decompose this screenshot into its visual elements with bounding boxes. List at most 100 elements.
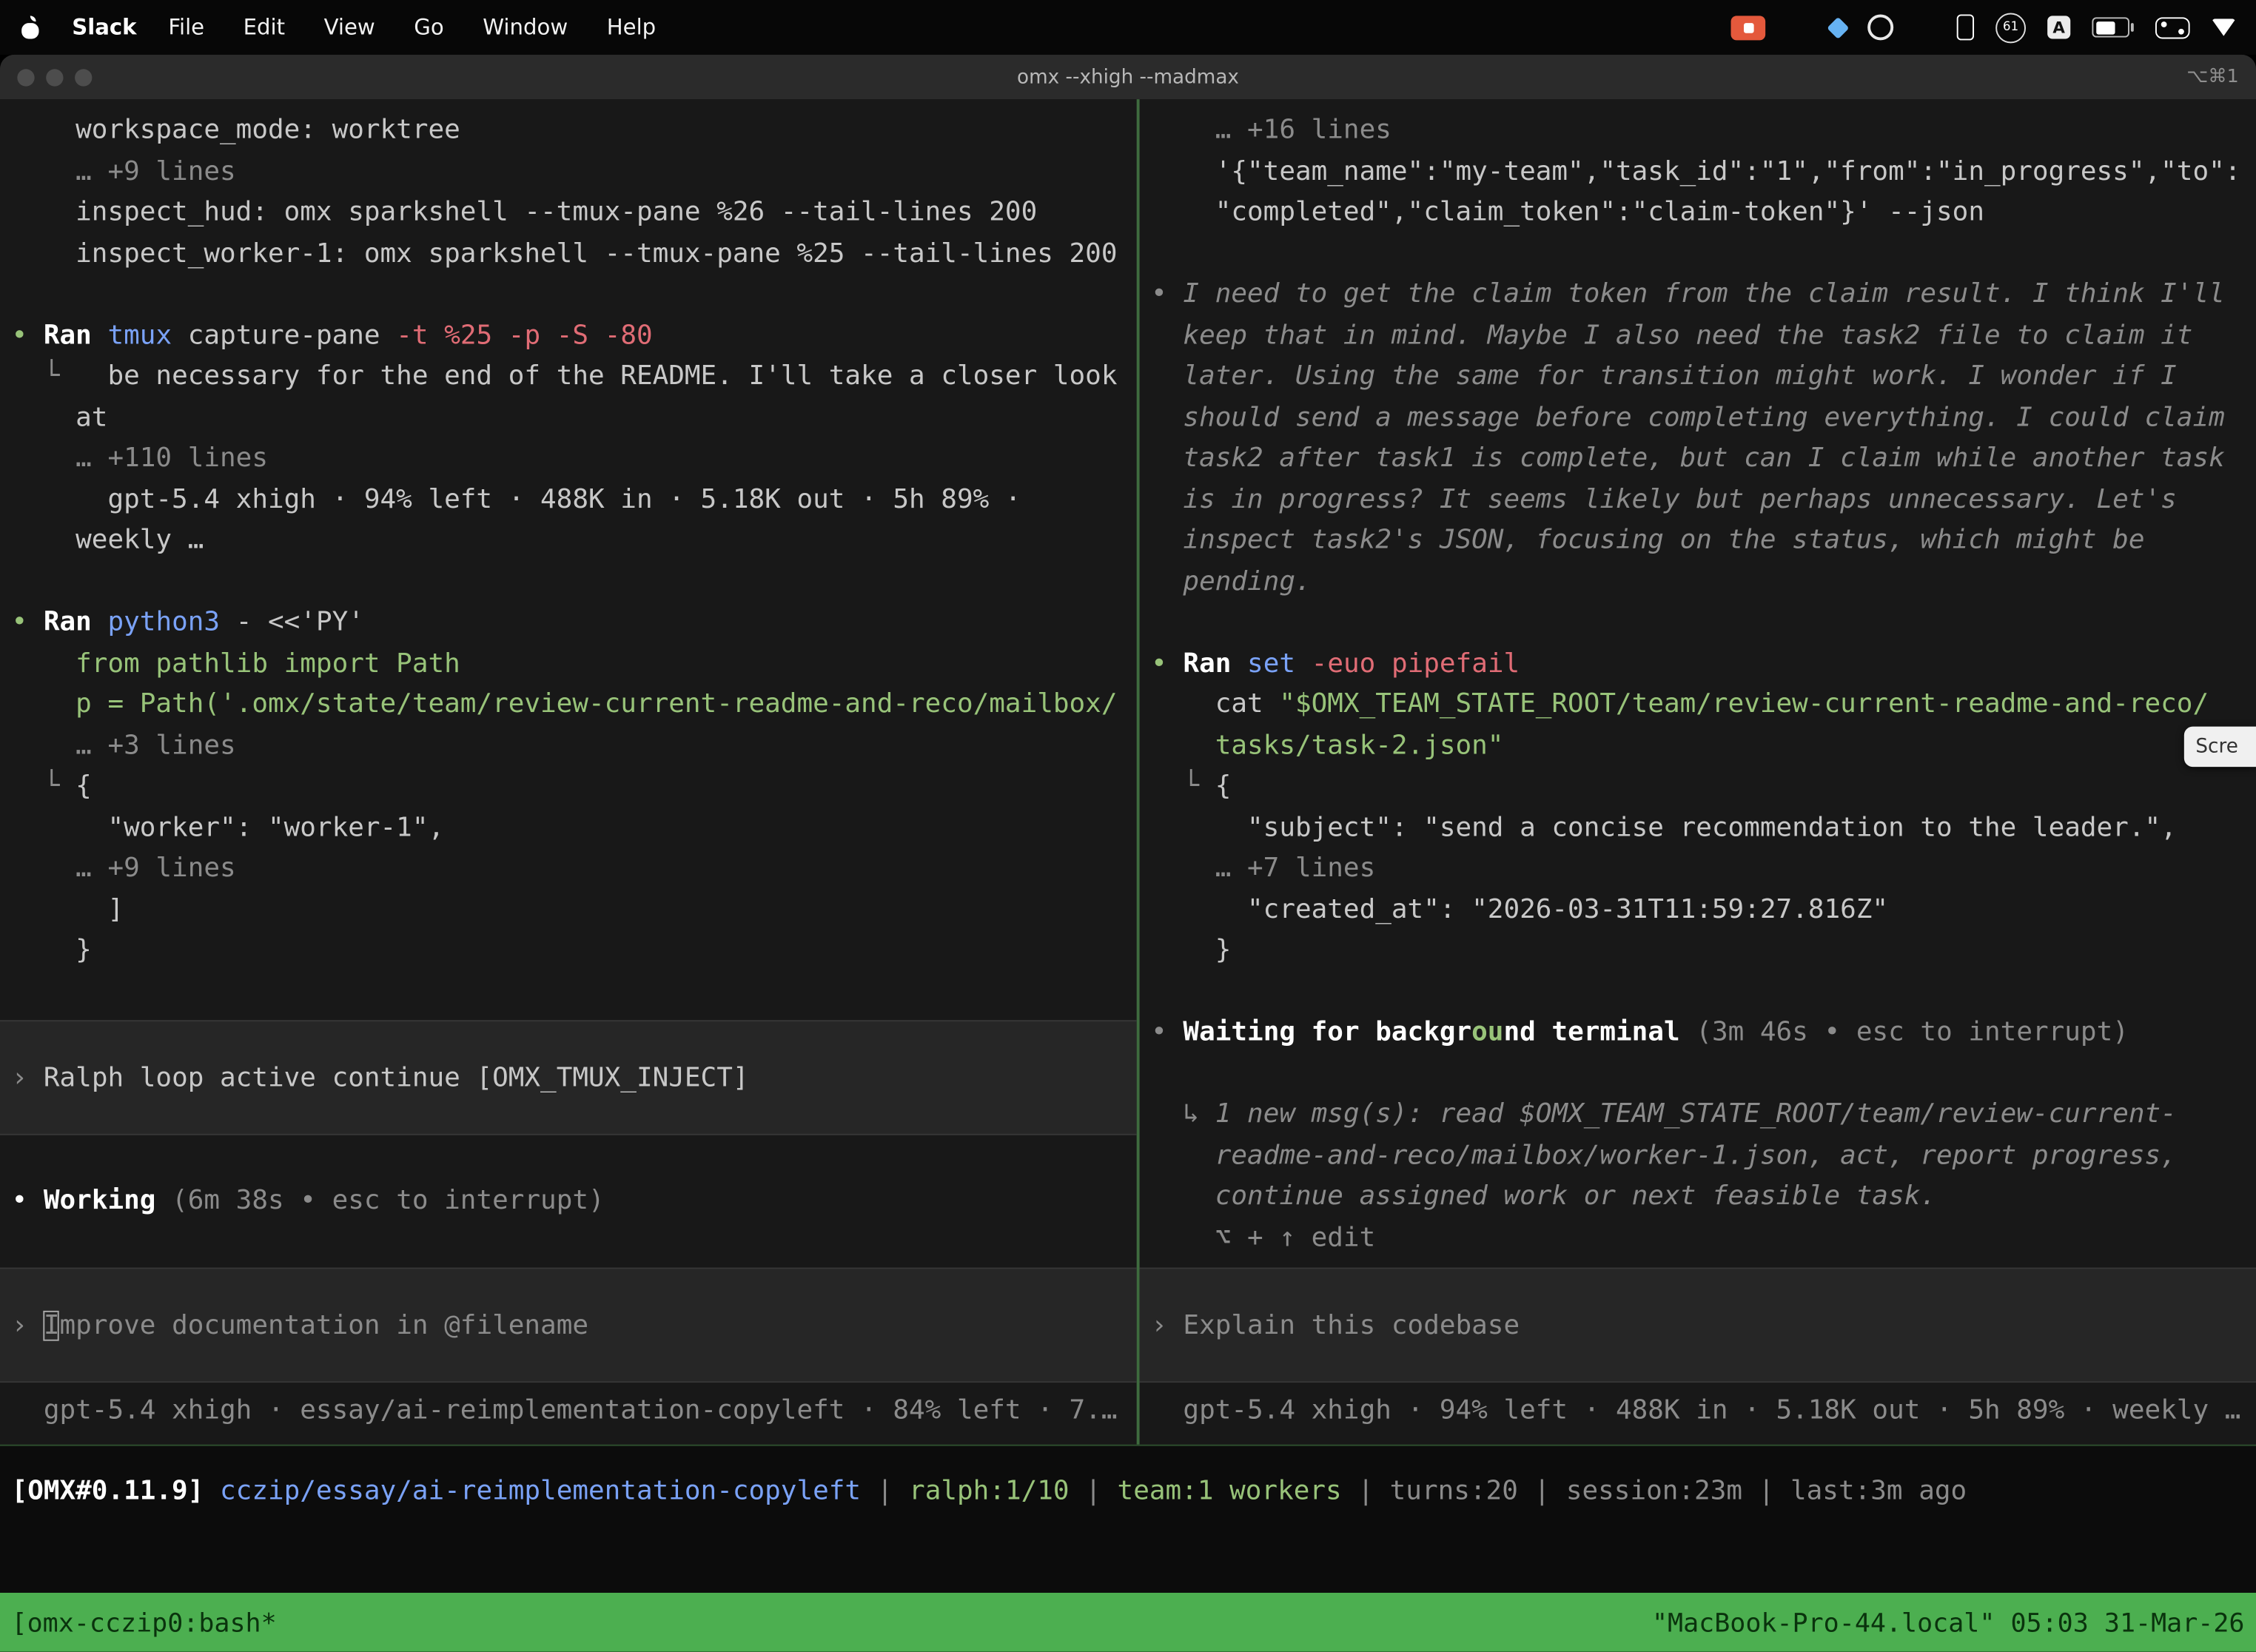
tmux-host-clock: "MacBook-Pro-44.local" 05:03 31-Mar-26 [1652, 1608, 2245, 1638]
maximize-button[interactable] [75, 68, 92, 85]
screen-sharing-overlay[interactable]: Scre [2184, 727, 2256, 767]
text-segment: capture-pane [188, 320, 396, 351]
menu-item-help[interactable]: Help [607, 14, 656, 40]
terminal-line: … +7 lines [1151, 849, 2256, 890]
menu-app-name[interactable]: Slack [72, 14, 136, 40]
text-segment: I need to get the claim token from the c… [1183, 279, 2224, 309]
menu-item-file[interactable]: File [168, 14, 204, 40]
text-segment: Ralph loop active continue [OMX_TMUX_INJ… [44, 1063, 749, 1093]
left-pane[interactable]: workspace_mode: worktree … +9 lines insp… [0, 99, 1137, 1445]
terminal-line: … +110 lines [12, 439, 1137, 480]
raycast-icon[interactable] [1827, 16, 1849, 38]
window-title: omx --xhigh --madmax [1017, 65, 1239, 88]
screen: Slack File Edit View Go Window Help 61 A omx … [0, 0, 2256, 1652]
text-segment: be necessary for the end of the README. … [107, 361, 1117, 392]
text-segment: › [12, 1310, 44, 1340]
menu-item-go[interactable]: Go [414, 14, 443, 40]
terminal-line: • Ran set -euo pipefail [1151, 644, 2256, 685]
terminal-line: later. Using the same for transition mig… [1151, 357, 2256, 397]
terminal-line [1151, 1054, 2256, 1095]
iphone-mirroring-icon[interactable] [1957, 14, 1974, 40]
terminal-line: } [1151, 931, 2256, 972]
menu-item-window[interactable]: Window [483, 14, 568, 40]
text-segment: • [1151, 1017, 1183, 1047]
text-segment: cat [1151, 689, 1279, 719]
traffic-lights [17, 55, 92, 99]
text-segment: … +7 lines [1151, 853, 1375, 884]
terminal-line: cat "$OMX_TEAM_STATE_ROOT/team/review-cu… [1151, 685, 2256, 725]
text-segment: › [12, 1063, 44, 1093]
ralph-loop-band: › Ralph loop active continue [OMX_TMUX_I… [0, 1020, 1137, 1135]
terminal-window: omx --xhigh --madmax ⌥⌘1 workspace_mode:… [0, 55, 2256, 1652]
text-segment: … +9 lines [12, 156, 236, 187]
right-input-box[interactable]: › Explain this codebase [1140, 1268, 2256, 1383]
text-segment: (3m 46s • esc to interrupt) [1680, 1017, 2129, 1047]
right-pane[interactable]: … +16 lines '{"team_name":"my-team","tas… [1140, 99, 2256, 1445]
tmux-session-window[interactable]: [omx-cczip0:bash* [12, 1608, 277, 1638]
input-source-icon[interactable]: A [2047, 16, 2070, 38]
battery-icon[interactable] [2092, 17, 2129, 37]
text-segment: └ [1151, 771, 1215, 802]
text-segment: | [861, 1476, 909, 1506]
terminal-line: "subject": "send a concise recommendatio… [1151, 807, 2256, 848]
text-segment: is in progress? It seems likely but perh… [1151, 484, 2177, 514]
text-segment: inspect task2's JSON, focusing on the st… [1151, 526, 2144, 556]
dots-grid-icon[interactable] [1915, 17, 1935, 37]
text-segment: › [1151, 1310, 1183, 1340]
terminal-line: "worker": "worker-1", [12, 807, 1137, 848]
circle-app-icon[interactable] [1867, 14, 1893, 40]
right-pane-lines: … +16 lines '{"team_name":"my-team","tas… [1140, 99, 2256, 1259]
right-pane-status: gpt-5.4 xhigh · 94% left · 488K in · 5.1… [1151, 1391, 2240, 1432]
apple-menu-icon[interactable] [20, 15, 40, 39]
text-segment: from pathlib import Path [12, 648, 460, 679]
text-segment: should send a message before completing … [1151, 402, 2225, 432]
text-segment: continue assigned work or next feasible … [1151, 1181, 1936, 1212]
text-segment: p = Path('.omx/state/team/review-current… [12, 689, 1118, 719]
terminal-line: inspect_hud: omx sparkshell --tmux-pane … [12, 192, 1137, 233]
terminal-line: readme-and-reco/mailbox/worker-1.json, a… [1151, 1136, 2256, 1177]
battery-percent-icon[interactable]: 61 [1995, 13, 2026, 43]
terminal-line: at [12, 397, 1137, 438]
terminal-line: • Ran python3 - <<'PY' [12, 602, 1137, 643]
left-input-line[interactable]: › Improve documentation in @filename [12, 1310, 588, 1340]
terminal-line: └ { [12, 767, 1137, 807]
menu-item-view[interactable]: View [324, 14, 375, 40]
text-segment: ou [1471, 1017, 1503, 1047]
text-segment: Waiting for backgr [1183, 1017, 1471, 1047]
terminal-line: task2 after task1 is complete, but can I… [1151, 439, 2256, 480]
text-segment: "completed","claim_token":"claim-token"}… [1151, 197, 1984, 227]
menu-item-edit[interactable]: Edit [244, 14, 285, 40]
terminal-line: pending. [1151, 562, 2256, 602]
text-segment: └ [12, 361, 108, 392]
terminal-line: continue assigned work or next feasible … [1151, 1177, 2256, 1218]
terminal-line: keep that in mind. Maybe I also need the… [1151, 316, 2256, 357]
terminal-line: … +9 lines [12, 849, 1137, 890]
text-segment: python3 [107, 607, 235, 637]
window-grid-icon[interactable] [1787, 16, 1808, 38]
terminal-line: ⌥ + ↑ edit [1151, 1218, 2256, 1259]
text-segment: Ran [44, 607, 108, 637]
terminal-line: } [12, 931, 1137, 972]
terminal-line: … +16 lines [1151, 111, 2256, 152]
minimize-button[interactable] [46, 68, 63, 85]
text-segment: session:23m [1566, 1476, 1742, 1506]
text-segment: • [12, 320, 44, 351]
terminal-line: … +9 lines [12, 152, 1137, 192]
text-segment: … +9 lines [12, 853, 236, 884]
left-input-box[interactable]: › Improve documentation in @filename [0, 1268, 1137, 1383]
window-shortcut-hint: ⌥⌘1 [2186, 66, 2238, 87]
close-button[interactable] [17, 68, 34, 85]
right-input-line[interactable]: › Explain this codebase [1151, 1310, 1520, 1340]
text-segment: gpt-5.4 xhigh · essay/ai-reimplementatio… [12, 1396, 1118, 1426]
text-segment: | [1518, 1476, 1566, 1506]
terminal-line: workspace_mode: worktree [12, 111, 1137, 152]
wifi-icon[interactable] [2212, 19, 2236, 36]
text-segment: mprove documentation in @filename [60, 1310, 589, 1340]
control-center-icon[interactable] [2155, 16, 2190, 38]
screen-recording-indicator-icon[interactable] [1731, 15, 1766, 39]
text-segment: … +16 lines [1151, 115, 1391, 146]
terminal-line: • Ran tmux capture-pane -t %25 -p -S -80 [12, 316, 1137, 357]
text-segment: Explain this codebase [1183, 1310, 1520, 1340]
text-segment: [OMX#0.11.9] [12, 1476, 220, 1506]
text-segment: '{"team_name":"my-team","task_id":"1","f… [1151, 156, 2240, 187]
